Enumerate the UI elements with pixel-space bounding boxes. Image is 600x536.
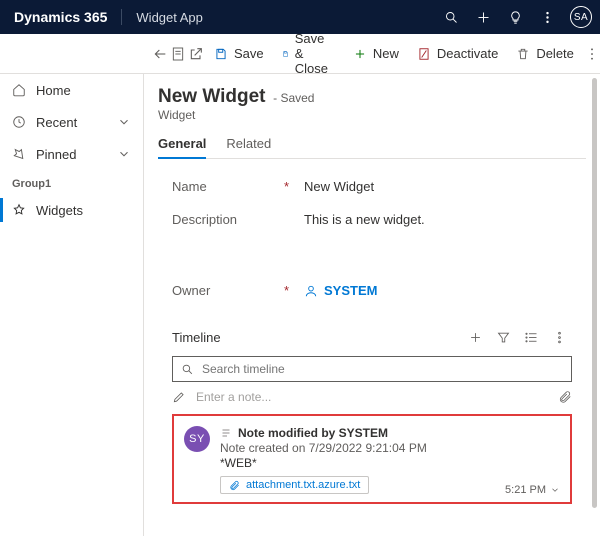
- owner-lookup[interactable]: SYSTEM: [304, 283, 377, 298]
- brand-divider: [121, 9, 122, 25]
- note-avatar: SY: [184, 426, 210, 452]
- save-label: Save: [234, 46, 264, 61]
- note-attachment[interactable]: attachment.txt.azure.txt: [220, 476, 369, 494]
- timeline-add-icon[interactable]: [462, 324, 488, 350]
- search-icon[interactable]: [436, 2, 466, 32]
- chevron-down-icon: [117, 147, 131, 161]
- sidebar-item-home[interactable]: Home: [0, 74, 143, 106]
- note-icon: [220, 427, 232, 439]
- note-timestamp: 5:21 PM: [505, 484, 560, 496]
- lightbulb-icon[interactable]: [500, 2, 530, 32]
- sidebar-item-recent[interactable]: Recent: [0, 106, 143, 138]
- tab-general[interactable]: General: [158, 136, 206, 159]
- deactivate-button[interactable]: Deactivate: [409, 38, 506, 70]
- sidebar-recent-label: Recent: [36, 115, 77, 130]
- name-label: Name: [172, 179, 207, 194]
- open-new-icon[interactable]: [188, 38, 204, 70]
- delete-button[interactable]: Delete: [508, 38, 582, 70]
- pencil-icon: [172, 390, 186, 404]
- timeline-search[interactable]: [172, 356, 572, 382]
- owner-label: Owner: [172, 283, 210, 298]
- app-name: Widget App: [136, 10, 203, 25]
- owner-value: SYSTEM: [324, 283, 377, 298]
- search-icon: [181, 363, 194, 376]
- scrollbar[interactable]: [592, 78, 597, 508]
- command-bar: Save Save & Close New Deactivate Delete: [0, 34, 600, 74]
- chevron-down-icon: [117, 115, 131, 129]
- new-label: New: [373, 46, 399, 61]
- new-button[interactable]: New: [345, 38, 407, 70]
- note-body-text: *WEB*: [220, 456, 560, 470]
- note-created-text: Note created on 7/29/2022 9:21:04 PM: [220, 441, 560, 455]
- required-marker: *: [284, 283, 304, 298]
- field-owner[interactable]: Owner * SYSTEM: [172, 283, 572, 316]
- deactivate-label: Deactivate: [437, 46, 498, 61]
- field-name[interactable]: Name * New Widget: [172, 179, 572, 212]
- saved-indicator: - Saved: [273, 91, 314, 105]
- timeline-more-icon[interactable]: [546, 324, 572, 350]
- back-button[interactable]: [152, 38, 168, 70]
- chevron-down-icon[interactable]: [550, 485, 560, 495]
- delete-label: Delete: [536, 46, 574, 61]
- more-vertical-icon[interactable]: [532, 2, 562, 32]
- paperclip-icon: [229, 480, 240, 491]
- form-view-icon[interactable]: [170, 38, 186, 70]
- timeline-note-card[interactable]: SY Note modified by SYSTEM Note created …: [172, 414, 572, 504]
- enter-note-text: Enter a note...: [196, 390, 548, 404]
- field-description[interactable]: Description This is a new widget.: [172, 212, 572, 227]
- more-commands-icon[interactable]: [584, 38, 600, 70]
- desc-value: This is a new widget.: [304, 212, 425, 227]
- sidebar: Home Recent Pinned Group1 Widgets: [0, 34, 144, 536]
- top-navbar: Dynamics 365 Widget App SA: [0, 0, 600, 34]
- sidebar-item-widgets[interactable]: Widgets: [0, 194, 143, 226]
- tabs: General Related: [158, 136, 586, 159]
- desc-label: Description: [172, 212, 237, 227]
- main-area: Save Save & Close New Deactivate Delete: [144, 34, 600, 536]
- brand-label: Dynamics 365: [14, 9, 107, 25]
- page-title: New Widget: [158, 86, 266, 107]
- person-icon: [304, 284, 318, 298]
- save-button[interactable]: Save: [206, 38, 272, 70]
- sidebar-widgets-label: Widgets: [36, 203, 83, 218]
- tab-related[interactable]: Related: [226, 136, 271, 158]
- user-avatar[interactable]: SA: [570, 6, 592, 28]
- sidebar-item-pinned[interactable]: Pinned: [0, 138, 143, 170]
- attachment-name: attachment.txt.azure.txt: [246, 479, 360, 491]
- timeline-label: Timeline: [172, 330, 221, 345]
- save-close-label: Save & Close: [295, 31, 335, 76]
- add-icon[interactable]: [468, 2, 498, 32]
- entity-label: Widget: [158, 108, 586, 122]
- save-close-button[interactable]: Save & Close: [274, 38, 343, 70]
- timeline-filter-icon[interactable]: [490, 324, 516, 350]
- enter-note-row[interactable]: Enter a note...: [172, 390, 572, 404]
- note-title-text: Note modified by SYSTEM: [238, 426, 388, 440]
- required-marker: *: [284, 179, 304, 194]
- timeline-list-icon[interactable]: [518, 324, 544, 350]
- timeline-search-input[interactable]: [202, 362, 563, 376]
- paperclip-icon[interactable]: [558, 390, 572, 404]
- sidebar-home-label: Home: [36, 83, 71, 98]
- name-value: New Widget: [304, 179, 374, 194]
- sidebar-group-label: Group1: [0, 170, 143, 194]
- sidebar-pinned-label: Pinned: [36, 147, 76, 162]
